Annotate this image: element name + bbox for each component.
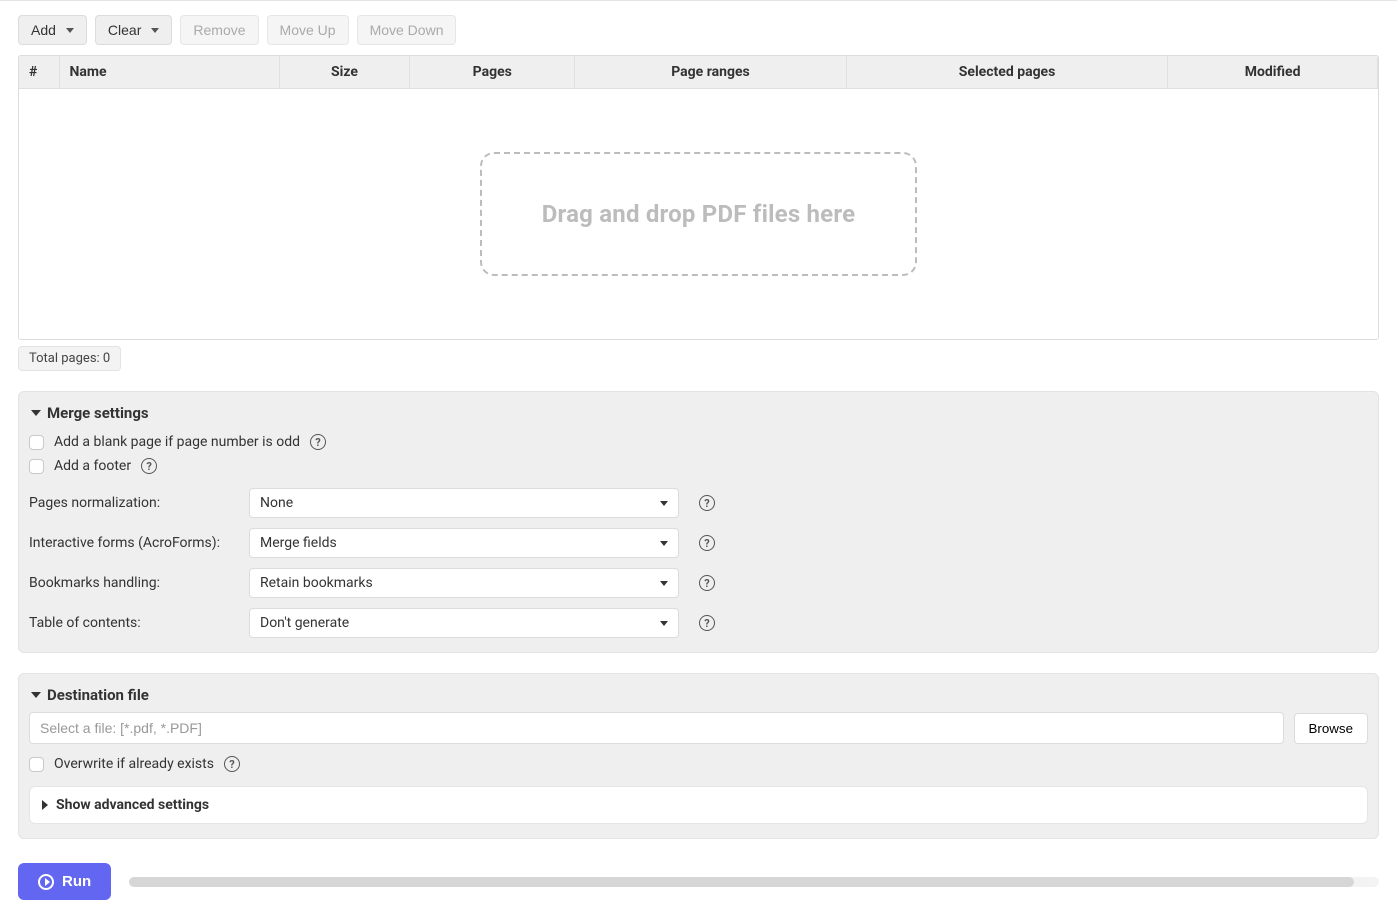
clear-button[interactable]: Clear bbox=[95, 15, 172, 45]
file-table: # Name Size Pages Page ranges Selected p… bbox=[18, 55, 1379, 340]
advanced-settings-label: Show advanced settings bbox=[56, 797, 209, 813]
toc-value: Don't generate bbox=[260, 615, 349, 631]
chevron-down-icon bbox=[660, 581, 668, 586]
help-icon[interactable]: ? bbox=[699, 535, 715, 551]
toolbar: Add Clear Remove Move Up Move Down bbox=[18, 15, 1379, 45]
col-modified[interactable]: Modified bbox=[1168, 56, 1378, 89]
chevron-down-icon bbox=[31, 410, 41, 416]
destination-file-title: Destination file bbox=[47, 686, 149, 704]
checkbox-add-footer[interactable] bbox=[29, 459, 44, 474]
help-icon[interactable]: ? bbox=[141, 458, 157, 474]
show-advanced-settings[interactable]: Show advanced settings bbox=[29, 786, 1368, 824]
dropzone[interactable]: Drag and drop PDF files here bbox=[480, 152, 918, 276]
col-size[interactable]: Size bbox=[279, 56, 410, 89]
chevron-down-icon bbox=[31, 692, 41, 698]
acroforms-select[interactable]: Merge fields bbox=[249, 528, 679, 558]
chevron-down-icon bbox=[660, 541, 668, 546]
merge-settings-header[interactable]: Merge settings bbox=[29, 400, 1368, 430]
remove-button: Remove bbox=[180, 15, 258, 45]
destination-file-header[interactable]: Destination file bbox=[29, 682, 1368, 712]
run-button-label: Run bbox=[62, 873, 91, 890]
toc-label: Table of contents: bbox=[29, 615, 239, 631]
acroforms-label: Interactive forms (AcroForms): bbox=[29, 535, 239, 551]
acroforms-value: Merge fields bbox=[260, 535, 337, 551]
help-icon[interactable]: ? bbox=[699, 615, 715, 631]
chevron-down-icon bbox=[660, 621, 668, 626]
total-pages-status: Total pages: 0 bbox=[18, 346, 121, 371]
bookmarks-label: Bookmarks handling: bbox=[29, 575, 239, 591]
chevron-down-icon bbox=[660, 501, 668, 506]
help-icon[interactable]: ? bbox=[699, 495, 715, 511]
destination-file-panel: Destination file Browse Overwrite if alr… bbox=[18, 673, 1379, 839]
checkbox-overwrite[interactable] bbox=[29, 757, 44, 772]
chevron-right-icon bbox=[42, 800, 48, 810]
overwrite-label: Overwrite if already exists bbox=[54, 756, 214, 772]
label-add-blank-page: Add a blank page if page number is odd bbox=[54, 434, 300, 450]
destination-file-input[interactable] bbox=[29, 712, 1284, 744]
browse-button[interactable]: Browse bbox=[1294, 713, 1368, 744]
move-up-button: Move Up bbox=[267, 15, 349, 45]
dropzone-area[interactable]: Drag and drop PDF files here bbox=[19, 89, 1378, 339]
run-button[interactable]: Run bbox=[18, 863, 111, 900]
add-button-label: Add bbox=[31, 22, 56, 38]
scrollbar-thumb[interactable] bbox=[129, 877, 1354, 887]
col-selected-pages[interactable]: Selected pages bbox=[846, 56, 1167, 89]
remove-button-label: Remove bbox=[193, 22, 245, 38]
pages-normalization-value: None bbox=[260, 495, 293, 511]
chevron-down-icon bbox=[66, 28, 74, 33]
add-button[interactable]: Add bbox=[18, 15, 87, 45]
move-down-button: Move Down bbox=[357, 15, 457, 45]
bookmarks-value: Retain bookmarks bbox=[260, 575, 373, 591]
footer: Run bbox=[18, 863, 1379, 900]
play-icon bbox=[38, 874, 54, 890]
checkbox-add-blank-page[interactable] bbox=[29, 435, 44, 450]
dropzone-text: Drag and drop PDF files here bbox=[542, 200, 856, 228]
col-page-ranges[interactable]: Page ranges bbox=[575, 56, 847, 89]
move-up-button-label: Move Up bbox=[280, 22, 336, 38]
toc-select[interactable]: Don't generate bbox=[249, 608, 679, 638]
clear-button-label: Clear bbox=[108, 22, 141, 38]
help-icon[interactable]: ? bbox=[699, 575, 715, 591]
horizontal-scrollbar[interactable] bbox=[129, 877, 1379, 887]
col-name[interactable]: Name bbox=[59, 56, 279, 89]
col-num[interactable]: # bbox=[19, 56, 59, 89]
label-add-footer: Add a footer bbox=[54, 458, 131, 474]
pages-normalization-label: Pages normalization: bbox=[29, 495, 239, 511]
help-icon[interactable]: ? bbox=[310, 434, 326, 450]
help-icon[interactable]: ? bbox=[224, 756, 240, 772]
pages-normalization-select[interactable]: None bbox=[249, 488, 679, 518]
move-down-button-label: Move Down bbox=[370, 22, 444, 38]
bookmarks-select[interactable]: Retain bookmarks bbox=[249, 568, 679, 598]
merge-settings-panel: Merge settings Add a blank page if page … bbox=[18, 391, 1379, 653]
chevron-down-icon bbox=[151, 28, 159, 33]
col-pages[interactable]: Pages bbox=[410, 56, 575, 89]
merge-settings-title: Merge settings bbox=[47, 404, 149, 422]
file-table-head: # Name Size Pages Page ranges Selected p… bbox=[19, 56, 1378, 89]
